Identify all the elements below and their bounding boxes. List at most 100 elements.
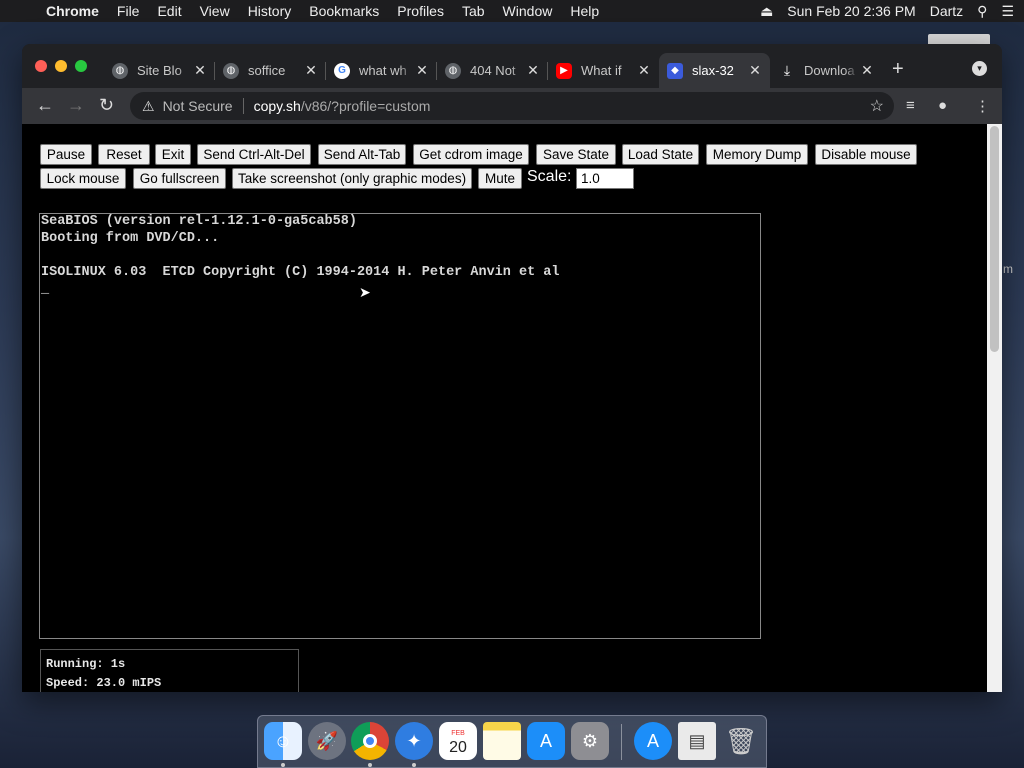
globe-icon: ◍ (112, 62, 128, 79)
close-tab-icon[interactable]: ✕ (413, 62, 431, 79)
menu-profiles[interactable]: Profiles (388, 3, 453, 19)
warning-icon[interactable]: ⚠ (142, 98, 155, 115)
disable-mouse-button[interactable]: Disable mouse (815, 144, 917, 165)
desktop-label-fragment: m (1003, 262, 1013, 276)
menu-view[interactable]: View (191, 3, 239, 19)
downloads-folder-icon[interactable]: A (634, 722, 672, 760)
tab-label: slax-32 (692, 63, 734, 78)
stats-panel: Running: 1s Speed: 23.0 mIPS (40, 649, 299, 692)
finder-icon[interactable]: ☺ (264, 722, 302, 760)
menu-edit[interactable]: Edit (148, 3, 190, 19)
tab-slax-active[interactable]: ◆ slax-32 ✕ (659, 53, 770, 88)
screen-line: Booting from DVD/CD... (41, 231, 220, 246)
tab-label: Site Blo (137, 63, 182, 78)
page-content: Pause Reset Exit Send Ctrl-Alt-Del Send … (22, 124, 987, 692)
google-icon: G (334, 62, 350, 79)
screen-line: ISOLINUX 6.03 ETCD Copyright (C) 1994-20… (41, 265, 560, 280)
address-bar[interactable]: ⚠ Not Secure copy.sh /v86/?profile=custo… (130, 92, 894, 120)
profile-icon[interactable]: ● (938, 97, 947, 114)
bookmark-star-icon[interactable]: ☆ (870, 96, 884, 116)
forward-arrow-icon[interactable]: → (67, 95, 85, 116)
close-window-button[interactable] (35, 60, 47, 72)
chrome-window: ◍ Site Blo ✕ ◍ soffice ✕ G what wh ✕ ◍ 4… (22, 44, 1002, 692)
system-preferences-icon[interactable]: ⚙ (571, 722, 609, 760)
tab-downloads[interactable]: ⤓ Downloa ✕ (771, 53, 882, 88)
scrollbar-thumb[interactable] (990, 126, 999, 352)
take-screenshot-button[interactable]: Take screenshot (only graphic modes) (232, 168, 472, 189)
send-ctrl-alt-del-button[interactable]: Send Ctrl-Alt-Del (197, 144, 311, 165)
menu-app-chrome[interactable]: Chrome (42, 3, 108, 19)
close-tab-icon[interactable]: ✕ (524, 62, 542, 79)
close-tab-icon[interactable]: ✕ (191, 62, 209, 79)
tab-label: 404 Not (470, 63, 516, 78)
send-alt-tab-button[interactable]: Send Alt-Tab (318, 144, 406, 165)
dock: ☺ 🚀 ✦ FEB 20 A ⚙ A ▤ 🗑 (257, 715, 767, 768)
close-tab-icon[interactable]: ✕ (302, 62, 320, 79)
tab-label: What if (581, 63, 622, 78)
minimize-window-button[interactable] (55, 60, 67, 72)
speed-readout: Speed: 23.0 mIPS (46, 676, 162, 690)
load-state-button[interactable]: Load State (622, 144, 699, 165)
menu-help[interactable]: Help (561, 3, 608, 19)
exit-button[interactable]: Exit (155, 144, 191, 165)
security-label[interactable]: Not Secure (163, 98, 233, 114)
eject-icon[interactable]: ⏏ (760, 3, 773, 20)
scale-input[interactable] (576, 168, 634, 189)
menu-window[interactable]: Window (494, 3, 562, 19)
notes-icon[interactable] (483, 722, 521, 760)
zoom-window-button[interactable] (75, 60, 87, 72)
reload-icon[interactable]: ↻ (99, 95, 114, 116)
youtube-icon: ▶ (556, 62, 572, 79)
mouse-pointer-icon: ➤ (359, 284, 371, 300)
download-icon: ⤓ (783, 62, 791, 78)
get-cdrom-image-button[interactable]: Get cdrom image (413, 144, 529, 165)
new-tab-icon[interactable]: + (892, 58, 904, 81)
url-host: copy.sh (253, 98, 301, 114)
reading-list-icon[interactable]: ≡ (906, 97, 915, 114)
running-time: Running: 1s (46, 657, 126, 671)
document-icon[interactable]: ▤ (678, 722, 716, 760)
tab-label: soffice (248, 63, 286, 78)
screen-cursor: _ (41, 282, 50, 297)
menu-tab[interactable]: Tab (453, 3, 494, 19)
screen-line: SeaBIOS (version rel-1.12.1-0-ga5cab58) (41, 214, 357, 229)
menu-bookmarks[interactable]: Bookmarks (300, 3, 388, 19)
launchpad-icon[interactable]: 🚀 (308, 722, 346, 760)
pause-button[interactable]: Pause (40, 144, 92, 165)
close-tab-icon[interactable]: ✕ (635, 62, 653, 79)
tab-site-blocker[interactable]: ◍ Site Blo ✕ (104, 53, 215, 88)
chrome-icon[interactable] (351, 722, 389, 760)
menu-file[interactable]: File (108, 3, 149, 19)
go-fullscreen-button[interactable]: Go fullscreen (133, 168, 226, 189)
back-arrow-icon[interactable]: ← (36, 95, 54, 116)
menu-history[interactable]: History (239, 3, 301, 19)
url-path: /v86/?profile=custom (300, 98, 431, 114)
menubar-clock[interactable]: Sun Feb 20 2:36 PM (787, 3, 915, 19)
calendar-day: 20 (449, 739, 467, 756)
reset-button[interactable]: Reset (98, 144, 150, 165)
mute-button[interactable]: Mute (478, 168, 522, 189)
memory-dump-button[interactable]: Memory Dump (706, 144, 808, 165)
globe-icon: ◍ (445, 62, 461, 79)
calendar-icon[interactable]: FEB 20 (439, 722, 477, 760)
emulator-screen[interactable]: SeaBIOS (version rel-1.12.1-0-ga5cab58) … (39, 213, 761, 639)
close-tab-icon[interactable]: ✕ (746, 62, 764, 79)
tab-google-search[interactable]: G what wh ✕ (326, 53, 437, 88)
close-tab-icon[interactable]: ✕ (858, 62, 876, 79)
more-menu-icon[interactable]: ⋮ (975, 97, 990, 115)
tab-404[interactable]: ◍ 404 Not ✕ (437, 53, 548, 88)
spotlight-search-icon[interactable]: ⚲ (977, 3, 987, 20)
lock-mouse-button[interactable]: Lock mouse (40, 168, 126, 189)
scale-label: Scale: (527, 168, 572, 185)
safari-icon[interactable]: ✦ (395, 722, 433, 760)
trash-icon[interactable]: 🗑 (722, 722, 760, 760)
menu-bar: Chrome File Edit View History Bookmarks … (0, 0, 1024, 22)
control-center-icon[interactable]: ☰ (1001, 3, 1014, 20)
menubar-user[interactable]: Dartz (930, 3, 963, 19)
tab-soffice[interactable]: ◍ soffice ✕ (215, 53, 326, 88)
save-state-button[interactable]: Save State (536, 144, 616, 165)
tab-search-icon[interactable]: ▾ (972, 61, 987, 76)
tab-label: Downloa (804, 63, 855, 78)
tab-youtube[interactable]: ▶ What if ✕ (548, 53, 659, 88)
app-store-icon[interactable]: A (527, 722, 565, 760)
